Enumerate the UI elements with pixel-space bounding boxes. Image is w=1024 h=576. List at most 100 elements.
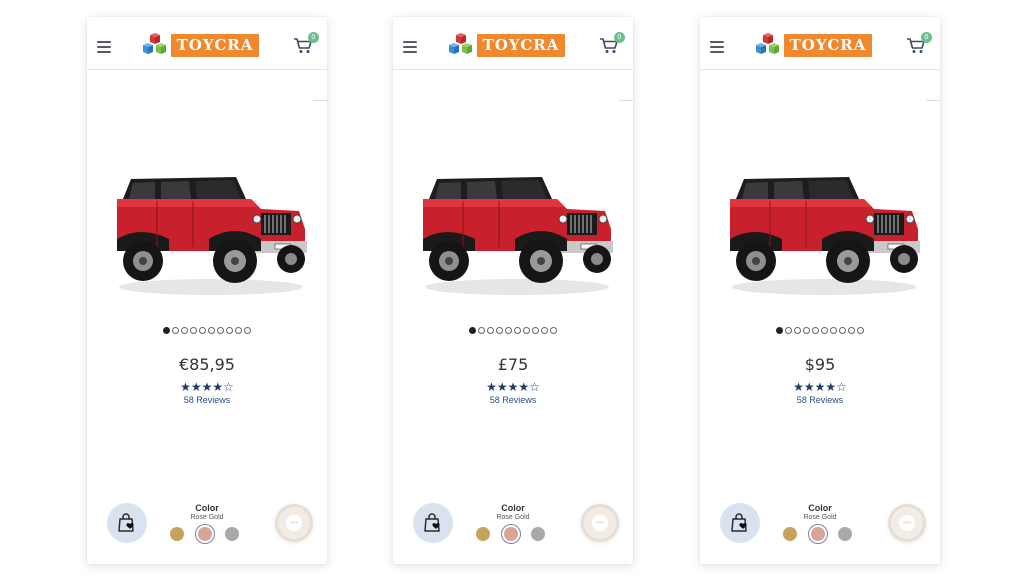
carousel-dot[interactable] — [172, 327, 179, 334]
toy-blocks-icon — [449, 33, 472, 54]
carousel-dot[interactable] — [496, 327, 503, 334]
carousel-dot[interactable] — [181, 327, 188, 334]
cart-count-badge: 0 — [308, 32, 319, 43]
rating-stars: ★★★★☆ — [793, 380, 847, 394]
toy-blocks-icon — [143, 33, 166, 54]
divider — [313, 100, 327, 101]
wishlist-button[interactable] — [413, 503, 453, 543]
brand-logo[interactable]: TOYCRA — [141, 33, 259, 59]
reviews-link[interactable]: 58 Reviews — [700, 395, 940, 405]
product-image-red-jeep[interactable] — [724, 169, 924, 299]
carousel-dot[interactable] — [163, 327, 170, 334]
cart-button[interactable]: 0 — [599, 32, 625, 59]
carousel-dot[interactable] — [226, 327, 233, 334]
color-swatch-rose-gold[interactable] — [504, 527, 518, 541]
toy-blocks-icon — [756, 33, 779, 54]
brand-logo[interactable]: TOYCRA — [447, 33, 565, 59]
phone-screen-pound: TOYCRA 0 £75 ★★★★☆ 58 Reviews Color Rose… — [393, 17, 633, 564]
image-carousel-dots — [87, 327, 327, 334]
logo-wordmark: TOYCRA — [171, 34, 259, 57]
carousel-dot[interactable] — [199, 327, 206, 334]
logo-wordmark: TOYCRA — [784, 34, 872, 57]
carousel-dot[interactable] — [830, 327, 837, 334]
cart-button[interactable]: 0 — [293, 32, 319, 59]
carousel-dot[interactable] — [514, 327, 521, 334]
selected-color-name: Rose Gold — [803, 514, 837, 521]
carousel-dot[interactable] — [487, 327, 494, 334]
phone-screen-euro: TOYCRA 0 €85,95 ★★★★☆ 58 Reviews Color R… — [87, 17, 327, 564]
rating-stars: ★★★★☆ — [486, 380, 540, 394]
carousel-dot[interactable] — [821, 327, 828, 334]
color-swatch-silver[interactable] — [838, 527, 852, 541]
cart-count-badge: 0 — [921, 32, 932, 43]
top-bar: TOYCRA 0 — [393, 17, 633, 70]
color-swatch-silver[interactable] — [225, 527, 239, 541]
selected-color-name: Rose Gold — [190, 514, 224, 521]
carousel-dot[interactable] — [217, 327, 224, 334]
image-carousel-dots — [700, 327, 940, 334]
carousel-dot[interactable] — [803, 327, 810, 334]
color-swatch-gold[interactable] — [170, 527, 184, 541]
selected-color-name: Rose Gold — [496, 514, 530, 521]
cart-count-badge: 0 — [614, 32, 625, 43]
chat-button[interactable]: ••• — [581, 504, 619, 542]
product-price: €85,95 — [179, 355, 235, 374]
cart-button[interactable]: 0 — [906, 32, 932, 59]
color-swatch-rose-gold[interactable] — [811, 527, 825, 541]
carousel-dot[interactable] — [523, 327, 530, 334]
carousel-dot[interactable] — [478, 327, 485, 334]
logo-wordmark: TOYCRA — [477, 34, 565, 57]
color-label: Color — [501, 503, 525, 513]
phone-screen-dollar: TOYCRA 0 $95 ★★★★☆ 58 Reviews Color Rose… — [700, 17, 940, 564]
hamburger-icon[interactable] — [97, 41, 111, 53]
chat-icon: ••• — [286, 515, 302, 531]
color-swatch-rose-gold[interactable] — [198, 527, 212, 541]
chat-button[interactable]: ••• — [275, 504, 313, 542]
color-swatch-gold[interactable] — [783, 527, 797, 541]
shopping-bag-heart-icon — [731, 513, 747, 532]
shopping-bag-heart-icon — [424, 513, 440, 532]
carousel-dot[interactable] — [244, 327, 251, 334]
color-swatch-gold[interactable] — [476, 527, 490, 541]
wishlist-button[interactable] — [107, 503, 147, 543]
wishlist-button[interactable] — [720, 503, 760, 543]
hamburger-icon[interactable] — [403, 41, 417, 53]
carousel-dot[interactable] — [794, 327, 801, 334]
brand-logo[interactable]: TOYCRA — [754, 33, 872, 59]
carousel-dot[interactable] — [857, 327, 864, 334]
carousel-dot[interactable] — [550, 327, 557, 334]
color-swatch-silver[interactable] — [531, 527, 545, 541]
top-bar: TOYCRA 0 — [700, 17, 940, 70]
divider — [926, 100, 940, 101]
carousel-dot[interactable] — [848, 327, 855, 334]
mockup-stage: TOYCRA 0 €85,95 ★★★★☆ 58 Reviews Color R… — [0, 0, 1024, 576]
carousel-dot[interactable] — [469, 327, 476, 334]
hamburger-icon[interactable] — [710, 41, 724, 53]
product-price: £75 — [497, 355, 529, 374]
chat-icon: ••• — [899, 515, 915, 531]
reviews-link[interactable]: 58 Reviews — [393, 395, 633, 405]
carousel-dot[interactable] — [785, 327, 792, 334]
product-image-red-jeep[interactable] — [417, 169, 617, 299]
carousel-dot[interactable] — [235, 327, 242, 334]
carousel-dot[interactable] — [505, 327, 512, 334]
product-price: $95 — [804, 355, 836, 374]
carousel-dot[interactable] — [208, 327, 215, 334]
shopping-bag-heart-icon — [118, 513, 134, 532]
product-image-red-jeep[interactable] — [111, 169, 311, 299]
carousel-dot[interactable] — [532, 327, 539, 334]
color-label: Color — [808, 503, 832, 513]
carousel-dot[interactable] — [812, 327, 819, 334]
image-carousel-dots — [393, 327, 633, 334]
carousel-dot[interactable] — [541, 327, 548, 334]
top-bar: TOYCRA 0 — [87, 17, 327, 70]
chat-icon: ••• — [592, 515, 608, 531]
carousel-dot[interactable] — [839, 327, 846, 334]
chat-button[interactable]: ••• — [888, 504, 926, 542]
carousel-dot[interactable] — [190, 327, 197, 334]
reviews-link[interactable]: 58 Reviews — [87, 395, 327, 405]
rating-stars: ★★★★☆ — [180, 380, 234, 394]
color-label: Color — [195, 503, 219, 513]
divider — [619, 100, 633, 101]
carousel-dot[interactable] — [776, 327, 783, 334]
